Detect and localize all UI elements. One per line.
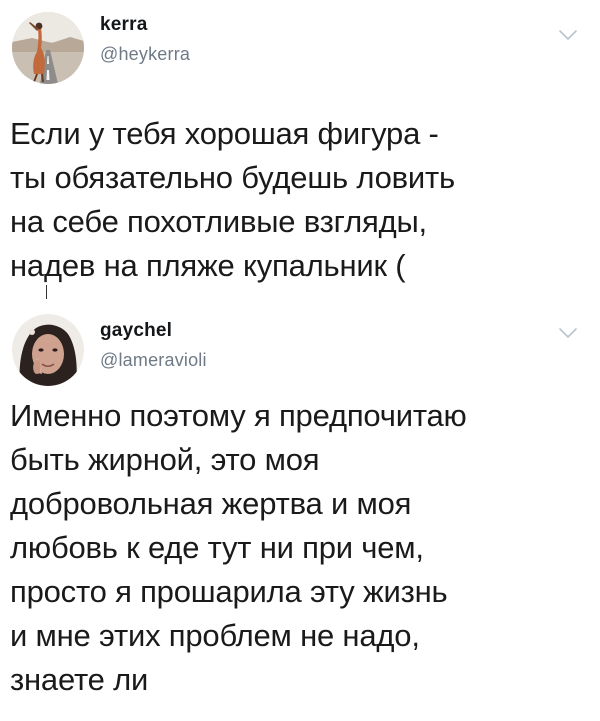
- author-name[interactable]: kerra: [100, 14, 148, 36]
- tweet-text-line: быть жирной, это моя: [10, 442, 320, 477]
- tweet-2: gaychel @lameravioli Именно поэтому я пр…: [0, 300, 600, 721]
- tweet-text: Именно поэтому я предпочитаю быть жирной…: [10, 394, 590, 702]
- tweet-text-line: знаете ли: [10, 662, 149, 697]
- tweet-text-line: ты обязательно будешь ловить: [10, 160, 455, 195]
- tweet-1: kerra @heykerra Если у тебя хорошая фигу…: [0, 0, 600, 300]
- avatar-gaychel[interactable]: [12, 314, 84, 386]
- tweet-text-line: любовь к еде тут ни при чем,: [10, 530, 424, 565]
- tweet-text-line: на себе похотливые взгляды,: [10, 204, 427, 239]
- chevron-down-icon[interactable]: [558, 326, 578, 340]
- avatar-photo-road-icon: [12, 12, 84, 84]
- tweet-text-line: надев на пляже купальник (: [10, 248, 406, 283]
- tweet-text: Если у тебя хорошая фигура - ты обязател…: [10, 112, 590, 288]
- author-handle[interactable]: @lameravioli: [100, 350, 207, 371]
- tweet-text-line: Именно поэтому я предпочитаю: [10, 398, 467, 433]
- tweet-text-line: добровольная жертва и моя: [10, 486, 412, 521]
- tweet-text-line: и мне этих проблем не надо,: [10, 618, 420, 653]
- tweet-text-line: Если у тебя хорошая фигура -: [10, 116, 439, 151]
- tweet-text-line: просто я прошарила эту жизнь: [10, 574, 448, 609]
- author-handle[interactable]: @heykerra: [100, 44, 190, 65]
- avatar-kerra[interactable]: [12, 12, 84, 84]
- thread-connector-line: [46, 285, 47, 299]
- chevron-down-icon[interactable]: [558, 28, 578, 42]
- avatar-photo-selfie-icon: [12, 314, 84, 386]
- author-name[interactable]: gaychel: [100, 320, 172, 342]
